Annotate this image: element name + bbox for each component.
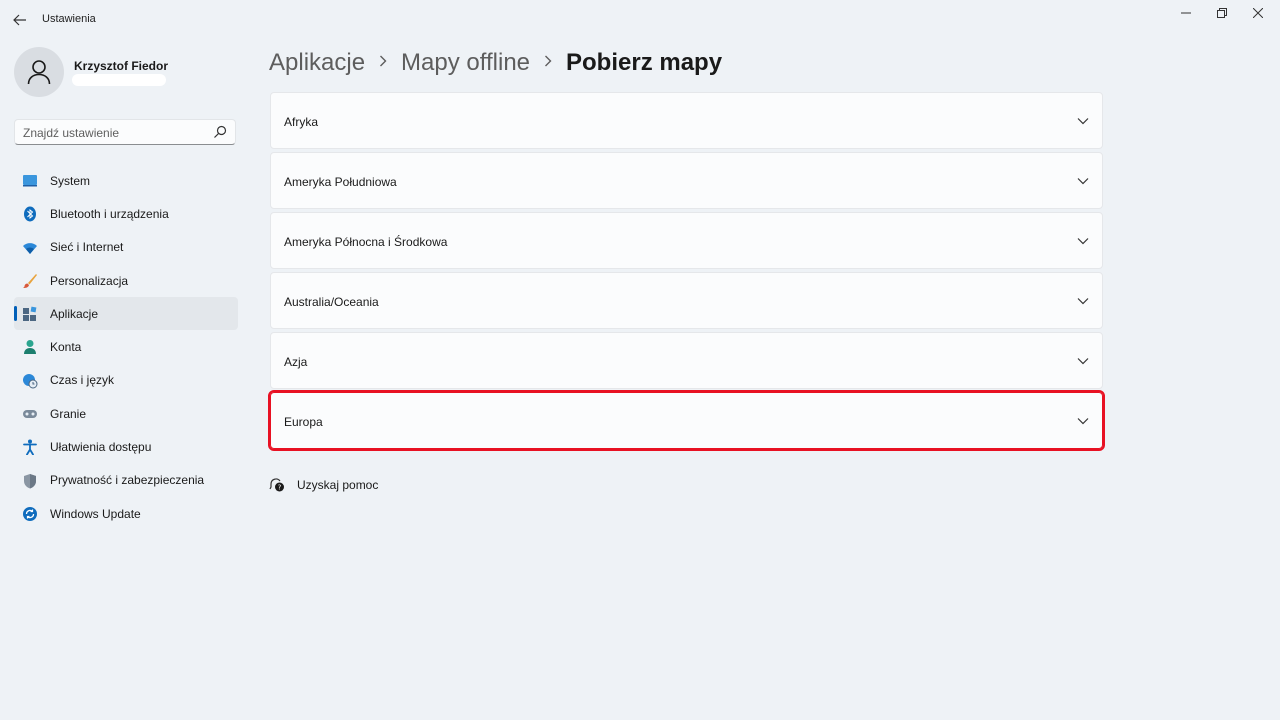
sidebar-item-label: Bluetooth i urządzenia — [50, 206, 169, 221]
sidebar-nav: System Bluetooth i urządzenia Sieć i Int… — [14, 164, 238, 530]
time-language-icon — [22, 373, 38, 389]
minimize-icon[interactable] — [1174, 5, 1198, 21]
svg-text:?: ? — [278, 484, 282, 492]
bluetooth-icon — [22, 206, 38, 222]
accessibility-icon — [22, 439, 38, 456]
breadcrumb-item-apps[interactable]: Aplikacje — [269, 49, 365, 77]
brush-icon — [22, 273, 38, 289]
region-expander-north-central-america[interactable]: Ameryka Północna i Środkowa — [270, 212, 1103, 269]
region-expander-south-america[interactable]: Ameryka Południowa — [270, 152, 1103, 209]
sidebar-item-label: Prywatność i zabezpieczenia — [50, 473, 205, 488]
account-icon — [22, 339, 38, 355]
app-title: Ustawienia — [42, 13, 96, 25]
chevron-down-icon[interactable] — [1076, 354, 1090, 368]
help-label: Uzyskaj pomoc — [297, 478, 379, 492]
chevron-down-icon[interactable] — [1076, 414, 1090, 428]
sidebar-item-label: System — [50, 173, 91, 188]
chevron-right-icon — [379, 54, 387, 72]
breadcrumb: Aplikacje Mapy offline Pobierz mapy — [269, 46, 722, 80]
sidebar-item-bluetooth[interactable]: Bluetooth i urządzenia — [14, 197, 238, 230]
sidebar-item-label: Personalizacja — [50, 273, 129, 288]
sidebar-item-windows-update[interactable]: Windows Update — [14, 497, 238, 530]
restore-icon[interactable] — [1210, 5, 1234, 21]
avatar[interactable] — [14, 47, 64, 97]
sidebar-item-accessibility[interactable]: Ułatwienia dostępu — [14, 430, 238, 463]
sidebar-item-label: Czas i język — [50, 373, 115, 388]
region-expander-asia[interactable]: Azja — [270, 332, 1103, 389]
apps-icon — [22, 306, 38, 322]
user-email-redacted — [72, 74, 166, 86]
region-label: Australia/Oceania — [284, 295, 379, 309]
sidebar-item-label: Sieć i Internet — [50, 240, 124, 255]
region-label: Ameryka Północna i Środkowa — [284, 235, 448, 249]
shield-icon — [22, 473, 38, 489]
search-input[interactable]: Znajdź ustawienie — [23, 126, 119, 140]
chevron-down-icon[interactable] — [1076, 234, 1090, 248]
sidebar-item-label: Konta — [50, 340, 82, 355]
region-label: Azja — [284, 355, 308, 369]
wifi-icon — [22, 240, 38, 256]
region-expander-europe[interactable]: Europa — [268, 390, 1105, 451]
sidebar-item-label: Aplikacje — [50, 306, 99, 321]
back-arrow-icon[interactable] — [10, 10, 30, 30]
close-icon[interactable] — [1246, 5, 1270, 21]
sidebar-item-accounts[interactable]: Konta — [14, 330, 238, 363]
chevron-down-icon[interactable] — [1076, 294, 1090, 308]
sidebar-item-apps[interactable]: Aplikacje — [14, 297, 238, 331]
region-expander-australia-oceania[interactable]: Australia/Oceania — [270, 272, 1103, 329]
sidebar-item-gaming[interactable]: Granie — [14, 397, 238, 430]
help-chat-icon: ? — [269, 478, 284, 492]
chevron-right-icon — [544, 54, 552, 72]
user-icon — [27, 60, 51, 85]
title-bar: Ustawienia — [0, 0, 1280, 40]
sidebar-item-network[interactable]: Sieć i Internet — [14, 231, 238, 264]
breadcrumb-item-offline-maps[interactable]: Mapy offline — [401, 49, 530, 77]
sidebar-item-time-language[interactable]: Czas i język — [14, 364, 238, 397]
active-indicator — [14, 306, 17, 322]
chevron-down-icon[interactable] — [1076, 114, 1090, 128]
sidebar-item-label: Windows Update — [50, 506, 141, 521]
region-expander-africa[interactable]: Afryka — [270, 92, 1103, 149]
system-icon — [22, 173, 38, 189]
search-box[interactable]: Znajdź ustawienie — [14, 119, 236, 145]
gamepad-icon — [22, 406, 38, 422]
region-label: Afryka — [284, 115, 319, 129]
search-icon[interactable] — [213, 125, 227, 139]
sidebar-item-privacy[interactable]: Prywatność i zabezpieczenia — [14, 464, 238, 497]
sidebar-item-personalization[interactable]: Personalizacja — [14, 264, 238, 297]
get-help-link[interactable]: ? Uzyskaj pomoc — [269, 475, 378, 495]
update-icon — [22, 506, 38, 522]
sidebar-item-label: Granie — [50, 406, 87, 421]
region-label: Europa — [284, 415, 323, 429]
region-list: Afryka Ameryka Południowa Ameryka Północ… — [268, 92, 1105, 452]
user-name: Krzysztof Fiedor — [74, 59, 169, 73]
chevron-down-icon[interactable] — [1076, 174, 1090, 188]
region-label: Ameryka Południowa — [284, 175, 397, 189]
sidebar-item-system[interactable]: System — [14, 164, 238, 197]
page-title: Pobierz mapy — [566, 49, 723, 76]
sidebar-item-label: Ułatwienia dostępu — [50, 440, 152, 455]
